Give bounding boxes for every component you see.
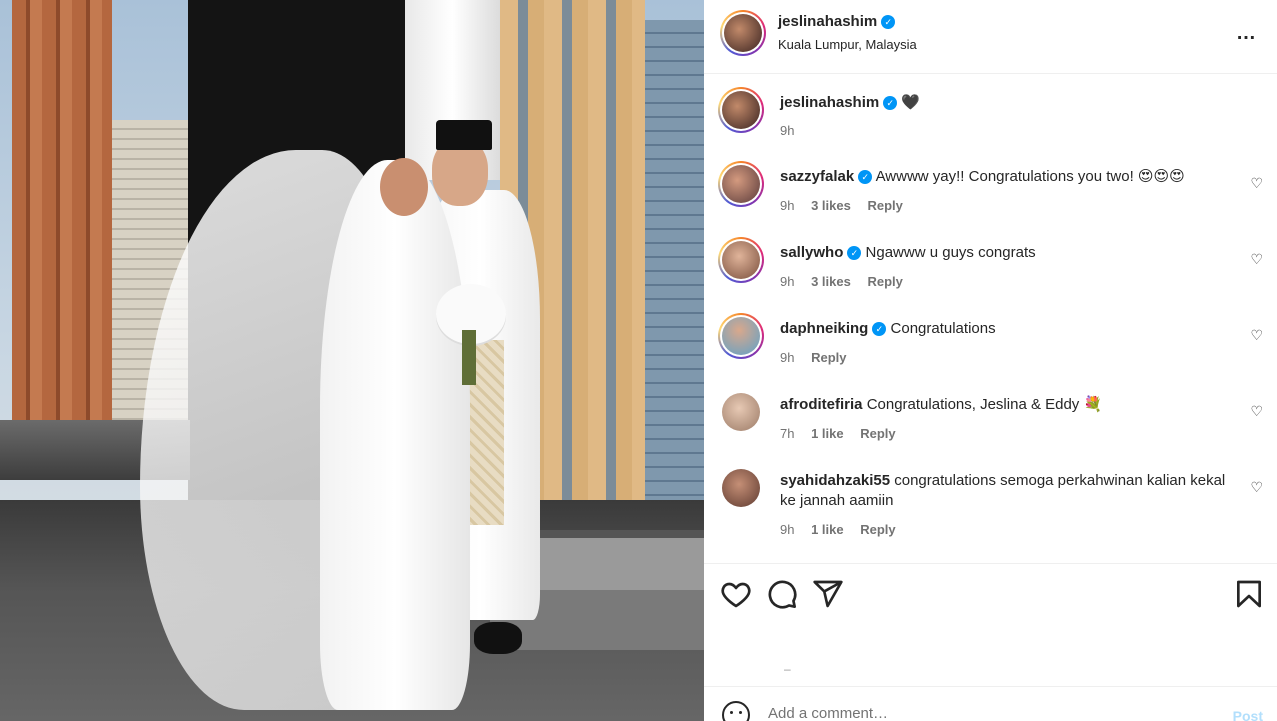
author-username-row[interactable]: jeslinahashim ✓ [778,13,896,30]
post-panel: jeslinahashim ✓ Kuala Lumpur, Malaysia … … [704,0,1277,721]
share-icon[interactable] [812,578,844,610]
songkok-hat [436,120,492,150]
add-comment-bar: Post [704,686,1277,721]
caption-text: jeslinahashim ✓ 🖤 [780,93,1230,113]
comment-likes[interactable]: 3 likes [811,198,851,213]
emoji-icon[interactable] [722,701,750,721]
comment-meta: 9h Reply [780,350,860,365]
comment-username[interactable]: syahidahzaki55 [780,472,890,489]
comment-username[interactable]: sazzyfalak [780,168,854,185]
bride-figure [320,160,470,710]
comment-text: sallywho ✓ Ngawww u guys congrats [780,243,1230,263]
comment-username[interactable]: afroditefiria [780,396,863,413]
building-right [640,20,704,560]
verified-icon: ✓ [858,170,873,184]
reply-button[interactable]: Reply [811,350,846,365]
author-avatar[interactable] [718,87,764,133]
comment-body: Ngawww u guys congrats [865,244,1036,261]
caption-meta: 9h [780,123,807,138]
comments-list: jeslinahashim ✓ 🖤 9h sazzyfalak ✓ Awwww ya… [704,75,1277,563]
comment-like-icon[interactable]: ♡ [1250,479,1263,496]
comment-item: afroditefiria Congratulations, Jeslina &… [704,389,1277,449]
post-caption: jeslinahashim ✓ 🖤 9h [704,87,1277,147]
comment-time[interactable]: 9h [780,522,794,537]
comment-time[interactable]: 9h [780,350,794,365]
comment-body: Congratulations, Jeslina & Eddy 💐 [866,396,1103,413]
caption-body: 🖤 [901,94,921,111]
comment-body: Awwww yay!! Congratulations you two! 😍😍😍 [875,168,1185,185]
post-photo[interactable] [0,0,704,721]
reply-button[interactable]: Reply [860,522,895,537]
comment-username[interactable]: daphneiking [780,320,868,337]
comment-like-icon[interactable]: ♡ [1250,403,1263,420]
comment-likes[interactable]: 1 like [811,426,844,441]
heart-icon[interactable] [720,578,752,610]
caption-time[interactable]: 9h [780,123,794,138]
comment-like-icon[interactable]: ♡ [1250,327,1263,344]
comment-likes[interactable]: 3 likes [811,274,851,289]
bookmark-icon[interactable] [1233,578,1265,610]
comment-input[interactable] [768,705,1208,721]
comment-like-icon[interactable]: ♡ [1250,175,1263,192]
post-header: jeslinahashim ✓ Kuala Lumpur, Malaysia … [704,0,1277,74]
comment-meta: 9h 1 like Reply [780,522,909,537]
comment-text: afroditefiria Congratulations, Jeslina &… [780,395,1230,415]
commenter-avatar[interactable] [722,469,760,507]
reply-button[interactable]: Reply [867,198,902,213]
wood-panel-left [12,0,112,440]
comment-text: sazzyfalak ✓ Awwww yay!! Congratulations … [780,167,1230,187]
comment-meta: 9h 3 likes Reply [780,198,916,213]
comment-meta: 7h 1 like Reply [780,426,909,441]
more-options-icon[interactable]: … [1236,22,1257,45]
comment-time[interactable]: 9h [780,274,794,289]
comment-text: daphneiking ✓ Congratulations [780,319,1230,339]
comment-item: sazzyfalak ✓ Awwww yay!! Congratulations … [704,161,1277,221]
comment-time[interactable]: 7h [780,426,794,441]
author-avatar[interactable] [720,10,766,56]
comment-item: daphneiking ✓ Congratulations 9h Reply ♡ [704,313,1277,373]
reply-button[interactable]: Reply [867,274,902,289]
bouquet-stems [462,330,476,385]
reply-button[interactable]: Reply [860,426,895,441]
comment-item: syahidahzaki55 congratulations semoga pe… [704,465,1277,545]
post-button[interactable]: Post [1233,708,1263,721]
commenter-avatar[interactable] [718,313,764,359]
action-bar: – [704,563,1277,685]
caption-username[interactable]: jeslinahashim [780,94,879,111]
comment-username[interactable]: sallywho [780,244,843,261]
bride-face [380,158,428,216]
commenter-avatar[interactable] [722,393,760,431]
divider-mark: – [784,662,791,676]
verified-icon: ✓ [847,246,862,260]
comment-time[interactable]: 9h [780,198,794,213]
verified-icon: ✓ [881,15,896,29]
verified-icon: ✓ [883,96,898,110]
author-username[interactable]: jeslinahashim [778,13,877,30]
comment-icon[interactable] [766,578,798,610]
comment-text: syahidahzaki55 congratulations semoga pe… [780,471,1230,511]
comment-likes[interactable]: 1 like [811,522,844,537]
comment-body: Congratulations [890,320,996,337]
commenter-avatar[interactable] [718,237,764,283]
groom-shoes [474,622,522,654]
comment-item: sallywho ✓ Ngawww u guys congrats 9h 3 li… [704,237,1277,297]
commenter-avatar[interactable] [718,161,764,207]
verified-icon: ✓ [872,322,887,336]
comment-like-icon[interactable]: ♡ [1250,251,1263,268]
comment-meta: 9h 3 likes Reply [780,274,916,289]
post-location[interactable]: Kuala Lumpur, Malaysia [778,37,917,52]
